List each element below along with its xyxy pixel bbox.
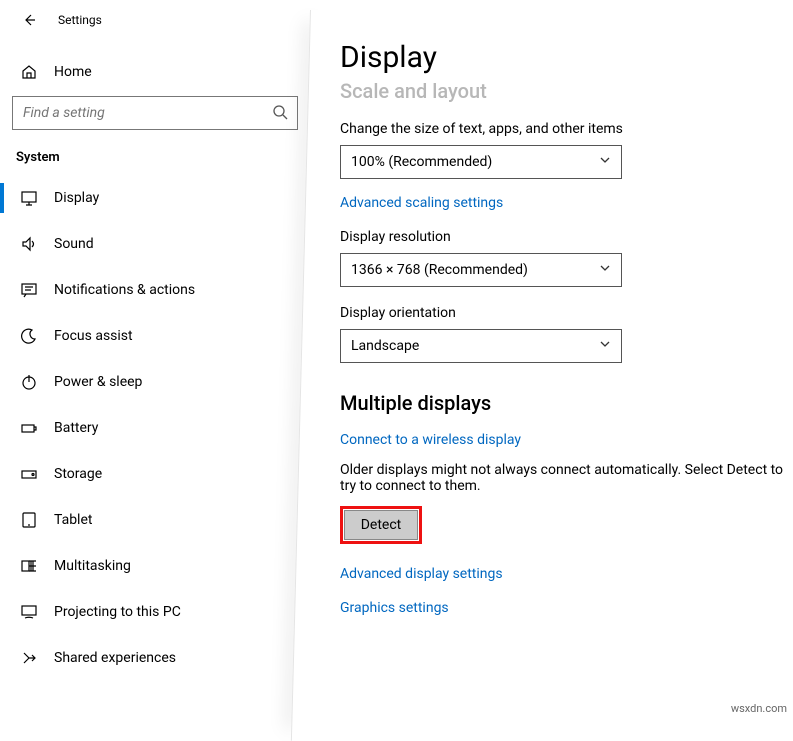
advanced-display-link[interactable]: Advanced display settings bbox=[340, 566, 503, 582]
chevron-down-icon bbox=[599, 154, 611, 170]
page-title: Display bbox=[340, 40, 785, 75]
sidebar-item-label: Display bbox=[54, 190, 99, 206]
arrow-left-icon bbox=[21, 12, 37, 28]
sidebar-item-shared[interactable]: Shared experiences bbox=[0, 635, 310, 681]
sidebar-item-storage[interactable]: Storage bbox=[0, 451, 310, 497]
sidebar-item-label: Shared experiences bbox=[54, 650, 176, 666]
sidebar-item-battery[interactable]: Battery bbox=[0, 405, 310, 451]
dropdown-value: Landscape bbox=[351, 338, 419, 354]
search-input[interactable] bbox=[12, 96, 298, 130]
scale-heading: Scale and layout bbox=[340, 79, 785, 103]
graphics-settings-link[interactable]: Graphics settings bbox=[340, 600, 449, 616]
advanced-scaling-link[interactable]: Advanced scaling settings bbox=[340, 195, 503, 211]
orientation-dropdown[interactable]: Landscape bbox=[340, 329, 622, 363]
dropdown-value: 1366 × 768 (Recommended) bbox=[351, 262, 528, 278]
main-content: Display Scale and layout Change the size… bbox=[310, 0, 793, 721]
sidebar-item-projecting[interactable]: Projecting to this PC bbox=[0, 589, 310, 635]
back-button[interactable] bbox=[14, 5, 44, 35]
sidebar-item-label: Focus assist bbox=[54, 328, 133, 344]
battery-icon bbox=[18, 419, 40, 437]
detect-description: Older displays might not always connect … bbox=[340, 462, 785, 494]
notifications-icon bbox=[18, 281, 40, 299]
section-heading: System bbox=[0, 130, 310, 175]
sidebar-item-label: Multitasking bbox=[54, 558, 131, 574]
storage-icon bbox=[18, 465, 40, 483]
watermark: wsxdn.com bbox=[731, 702, 787, 715]
home-label: Home bbox=[54, 64, 92, 80]
sidebar-item-label: Power & sleep bbox=[54, 374, 142, 390]
sound-icon bbox=[18, 235, 40, 253]
sidebar-item-label: Projecting to this PC bbox=[54, 604, 181, 620]
resolution-label: Display resolution bbox=[340, 229, 785, 245]
home-nav[interactable]: Home bbox=[0, 52, 310, 92]
sidebar-item-sound[interactable]: Sound bbox=[0, 221, 310, 267]
shared-icon bbox=[18, 649, 40, 667]
title-bar: Settings bbox=[0, 0, 310, 40]
sidebar-item-tablet[interactable]: Tablet bbox=[0, 497, 310, 543]
orientation-label: Display orientation bbox=[340, 305, 785, 321]
sidebar-item-label: Storage bbox=[54, 466, 102, 482]
tablet-icon bbox=[18, 511, 40, 529]
multitasking-icon bbox=[18, 557, 40, 575]
window-title: Settings bbox=[58, 13, 102, 27]
projecting-icon bbox=[18, 603, 40, 621]
moon-icon bbox=[18, 327, 40, 345]
sidebar-item-multitasking[interactable]: Multitasking bbox=[0, 543, 310, 589]
sidebar-item-label: Sound bbox=[54, 236, 94, 252]
resolution-dropdown[interactable]: 1366 × 768 (Recommended) bbox=[340, 253, 622, 287]
search-wrap bbox=[0, 92, 310, 130]
home-icon bbox=[18, 63, 40, 81]
scale-dropdown[interactable]: 100% (Recommended) bbox=[340, 145, 622, 179]
sidebar-item-label: Battery bbox=[54, 420, 98, 436]
multiple-displays-heading: Multiple displays bbox=[340, 391, 785, 415]
detect-highlight: Detect bbox=[340, 506, 422, 544]
sidebar: Settings Home System Display Sound Notif… bbox=[0, 0, 310, 721]
monitor-icon bbox=[18, 189, 40, 207]
sidebar-item-label: Notifications & actions bbox=[54, 282, 195, 298]
sidebar-item-power[interactable]: Power & sleep bbox=[0, 359, 310, 405]
chevron-down-icon bbox=[599, 338, 611, 354]
detect-button[interactable]: Detect bbox=[344, 510, 418, 540]
sidebar-item-notifications[interactable]: Notifications & actions bbox=[0, 267, 310, 313]
search-icon bbox=[272, 104, 288, 124]
sidebar-item-focus[interactable]: Focus assist bbox=[0, 313, 310, 359]
scale-label: Change the size of text, apps, and other… bbox=[340, 121, 785, 137]
wireless-display-link[interactable]: Connect to a wireless display bbox=[340, 432, 521, 448]
dropdown-value: 100% (Recommended) bbox=[351, 154, 492, 170]
power-icon bbox=[18, 373, 40, 391]
sidebar-item-label: Tablet bbox=[54, 512, 92, 528]
sidebar-nav: Display Sound Notifications & actions Fo… bbox=[0, 175, 310, 681]
chevron-down-icon bbox=[599, 262, 611, 278]
sidebar-item-display[interactable]: Display bbox=[0, 175, 310, 221]
